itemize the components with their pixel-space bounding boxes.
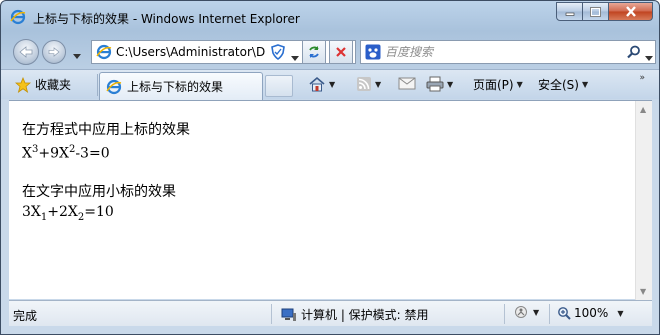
home-icon bbox=[309, 76, 325, 92]
eq1-term-a: X bbox=[22, 145, 32, 162]
maximize-icon bbox=[590, 6, 601, 17]
chevron-down-icon bbox=[73, 54, 81, 59]
accessibility-icon bbox=[515, 306, 527, 318]
tab-label: 上标与下标的效果 bbox=[127, 80, 224, 94]
divider bbox=[97, 74, 98, 96]
search-options-dropdown[interactable] bbox=[645, 50, 653, 64]
recent-pages-dropdown[interactable] bbox=[73, 48, 81, 62]
divider bbox=[549, 304, 550, 324]
favorites-button[interactable]: 收藏夹 bbox=[15, 76, 71, 93]
minimize-button[interactable] bbox=[556, 2, 583, 21]
eq2-term-c: =10 bbox=[84, 203, 114, 220]
page-icon bbox=[96, 44, 112, 60]
baidu-logo-icon bbox=[365, 44, 381, 60]
scroll-up-icon[interactable]: ▲ bbox=[640, 105, 646, 114]
chevron-down-icon bbox=[645, 56, 653, 61]
chevron-down-icon[interactable]: ▼ bbox=[447, 80, 453, 89]
rss-icon bbox=[357, 77, 371, 91]
divider bbox=[271, 304, 272, 324]
zoom-level: 100% bbox=[574, 306, 609, 320]
search-input[interactable] bbox=[385, 42, 605, 62]
zoom-icon bbox=[558, 307, 571, 320]
page-menu-label: 页面(P) bbox=[473, 78, 514, 92]
tab-command-bar: 收藏夹 上标与下标的效果 ▼ ▼ ▼ 页面(P) ▼ 安全(S) ▼ » bbox=[1, 69, 659, 100]
read-mail-button[interactable] bbox=[398, 76, 416, 90]
eq2-term-a: 3X bbox=[22, 203, 41, 220]
mail-icon bbox=[398, 77, 416, 90]
heading-subscript: 在文字中应用小标的效果 bbox=[22, 183, 176, 200]
star-icon bbox=[15, 76, 31, 93]
ie-tab-icon bbox=[106, 79, 122, 94]
back-arrow-icon bbox=[19, 46, 33, 58]
refresh-button[interactable] bbox=[302, 40, 326, 64]
forward-button[interactable] bbox=[42, 40, 66, 64]
compatibility-view-icon[interactable] bbox=[270, 44, 286, 63]
safety-menu[interactable]: 安全(S) ▼ bbox=[538, 76, 588, 93]
print-button[interactable]: ▼ bbox=[426, 76, 453, 92]
chevron-down-icon: ▼ bbox=[533, 307, 540, 317]
address-dropdown[interactable] bbox=[291, 50, 299, 64]
zone-label: 计算机 | 保护模式: 禁用 bbox=[301, 308, 429, 322]
scroll-down-icon[interactable]: ▼ bbox=[640, 287, 646, 296]
close-icon bbox=[625, 6, 636, 17]
refresh-icon bbox=[309, 46, 319, 58]
change-status-bar-settings[interactable]: ▼ bbox=[513, 305, 539, 319]
page-content: 在方程式中应用上标的效果 X3+9X2-3=0 在文字中应用小标的效果 3X1+… bbox=[9, 100, 652, 300]
new-tab-button[interactable] bbox=[265, 75, 293, 97]
eq1-term-c: -3=0 bbox=[75, 145, 110, 162]
printer-icon bbox=[426, 76, 444, 92]
document-body: 在方程式中应用上标的效果 X3+9X2-3=0 在文字中应用小标的效果 3X1+… bbox=[22, 120, 190, 227]
chevron-down-icon[interactable]: ▼ bbox=[375, 80, 381, 89]
vertical-scrollbar[interactable]: ▲ ▼ bbox=[635, 101, 652, 300]
magnifier-icon bbox=[627, 45, 640, 59]
eq1-term-b: +9X bbox=[38, 145, 69, 162]
favorites-label: 收藏夹 bbox=[35, 78, 72, 92]
status-bar: 完成 计算机 | 保护模式: 禁用 ▼ 100% ▼ bbox=[9, 300, 652, 326]
chevron-down-icon: ▼ bbox=[516, 80, 523, 89]
computer-icon bbox=[281, 308, 296, 321]
ie-logo-icon bbox=[10, 9, 26, 25]
close-button[interactable] bbox=[609, 2, 653, 21]
tab-active[interactable]: 上标与下标的效果 bbox=[99, 72, 263, 100]
stop-button[interactable] bbox=[329, 40, 353, 64]
minimize-icon bbox=[565, 12, 574, 16]
window-title: 上标与下标的效果 - Windows Internet Explorer bbox=[33, 12, 300, 26]
forward-arrow-icon bbox=[48, 47, 60, 57]
page-menu[interactable]: 页面(P) ▼ bbox=[473, 76, 523, 93]
heading-superscript: 在方程式中应用上标的效果 bbox=[22, 122, 190, 138]
search-button[interactable] bbox=[627, 45, 641, 62]
feeds-button[interactable]: ▼ bbox=[356, 76, 381, 92]
equation-superscript: X3+9X2-3=0 bbox=[22, 140, 190, 164]
ie-window: 上标与下标的效果 - Windows Internet Explorer C:\… bbox=[0, 0, 660, 335]
zoom-level-button[interactable]: 100% ▼ bbox=[557, 306, 623, 320]
status-text: 完成 bbox=[13, 309, 38, 323]
title-bar[interactable]: 上标与下标的效果 - Windows Internet Explorer bbox=[1, 1, 659, 33]
security-zone[interactable]: 计算机 | 保护模式: 禁用 bbox=[281, 306, 429, 323]
stop-icon bbox=[336, 47, 346, 57]
maximize-button[interactable] bbox=[583, 2, 609, 21]
chevron-down-icon[interactable]: ▼ bbox=[329, 80, 335, 89]
eq2-term-b: +2X bbox=[47, 203, 78, 220]
chevron-down-icon bbox=[291, 56, 299, 61]
address-url[interactable]: C:\Users\Administrator\D bbox=[116, 45, 286, 59]
safety-menu-label: 安全(S) bbox=[538, 78, 579, 92]
more-commands-icon[interactable]: » bbox=[639, 73, 645, 83]
back-button[interactable] bbox=[13, 39, 39, 65]
window-controls bbox=[556, 2, 653, 22]
navigation-bar: C:\Users\Administrator\D bbox=[1, 34, 659, 68]
chevron-down-icon: ▼ bbox=[581, 80, 589, 89]
chevron-down-icon: ▼ bbox=[617, 308, 624, 318]
equation-subscript: 3X1+2X2=10 bbox=[22, 202, 190, 228]
home-button[interactable]: ▼ bbox=[308, 76, 335, 92]
search-box[interactable] bbox=[360, 40, 656, 64]
divider bbox=[504, 304, 505, 324]
